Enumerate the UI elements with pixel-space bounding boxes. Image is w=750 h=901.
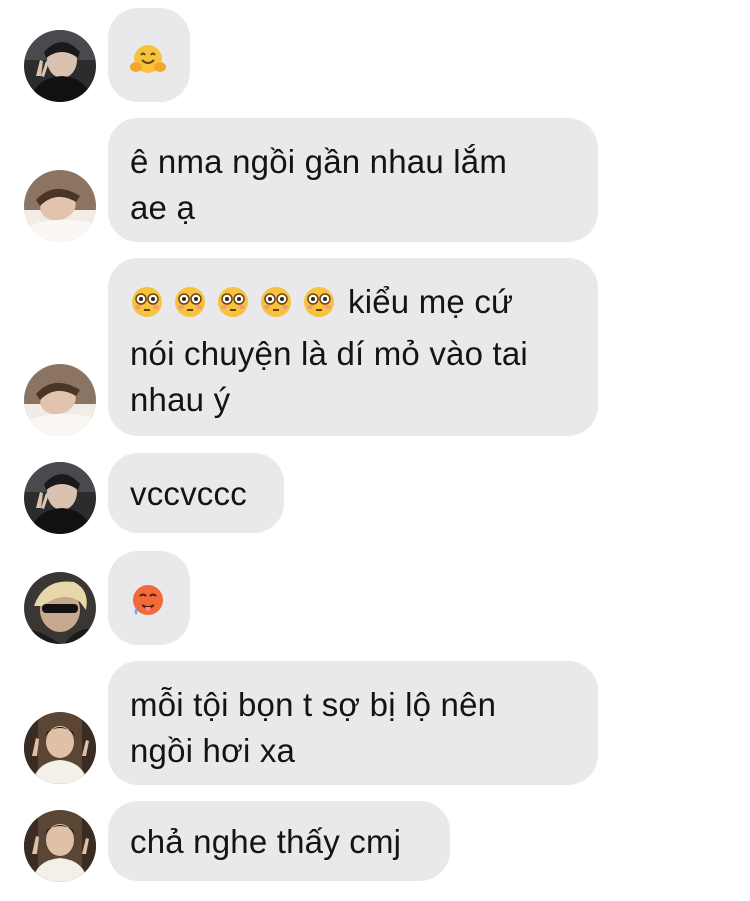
- flushed-face-icon: [302, 285, 336, 331]
- flushed-face-icon: [216, 285, 250, 331]
- chat-thread: ê nma ngồi gần nhau lắm ae ạ kiểu mẹ cứ …: [0, 0, 750, 901]
- message-bubble[interactable]: [108, 8, 190, 102]
- message-text: mỗi tội bọn t sợ bị lộ nên ngồi hơi xa: [130, 686, 497, 769]
- avatar-boy-white-shirt[interactable]: [24, 712, 96, 784]
- flushed-face-icon: [130, 285, 164, 331]
- avatar-boy-dark-jacket[interactable]: [24, 462, 96, 534]
- message-text: ê nma ngồi gần nhau lắm ae ạ: [130, 143, 508, 226]
- avatar-boy-pillow[interactable]: [24, 364, 96, 436]
- message-text: chả nghe thấy cmj: [130, 823, 402, 860]
- message-bubble[interactable]: vccvccc: [108, 453, 284, 533]
- message-bubble[interactable]: chả nghe thấy cmj: [108, 801, 450, 881]
- avatar-boy-dark-jacket[interactable]: [24, 30, 96, 102]
- hugging-face-icon: [130, 41, 166, 87]
- message-bubble[interactable]: mỗi tội bọn t sợ bị lộ nên ngồi hơi xa: [108, 661, 598, 785]
- avatar-boy-pillow[interactable]: [24, 170, 96, 242]
- flushed-face-icon: [259, 285, 293, 331]
- message-text: vccvccc: [130, 475, 247, 512]
- avatar-boy-blonde[interactable]: [24, 572, 96, 644]
- flushed-face-icon: [173, 285, 207, 331]
- message-text: kiểu mẹ cứ nói chuyện là dí mỏ vào tai n…: [130, 279, 576, 423]
- message-bubble[interactable]: kiểu mẹ cứ nói chuyện là dí mỏ vào tai n…: [108, 258, 598, 436]
- hot-face-icon: [130, 582, 166, 630]
- message-bubble[interactable]: ê nma ngồi gần nhau lắm ae ạ: [108, 118, 598, 242]
- emoji-group: [130, 285, 336, 331]
- avatar-boy-white-shirt[interactable]: [24, 810, 96, 882]
- message-bubble[interactable]: [108, 551, 190, 645]
